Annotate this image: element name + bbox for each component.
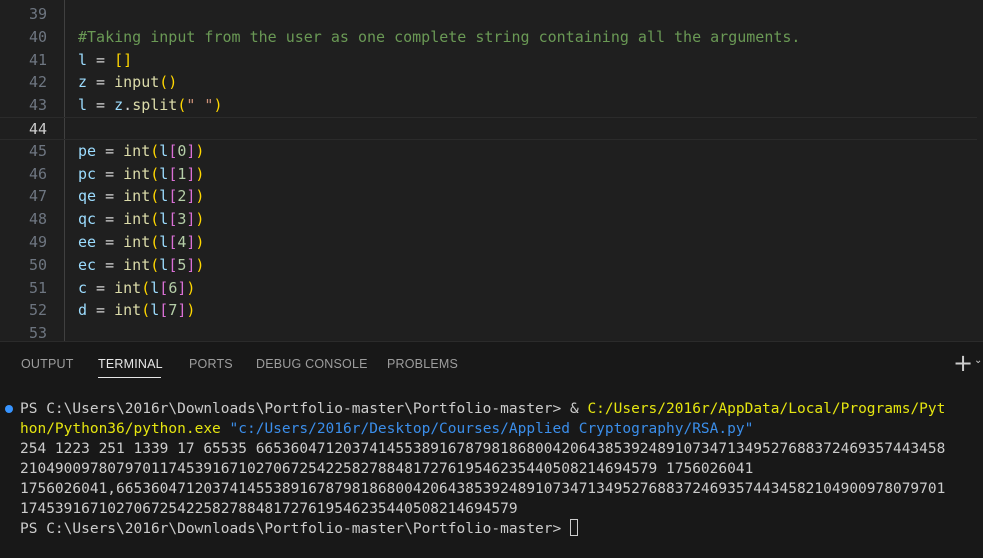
- line-number: 43: [28, 96, 47, 115]
- line-number: 48: [28, 210, 47, 229]
- code-line[interactable]: 43 l = z.split(" "): [0, 94, 983, 117]
- code-text: ee = int(l[4]): [78, 233, 205, 251]
- terminal-line: 1745391671027067254225827884817276195462…: [20, 501, 518, 517]
- code-text: qe = int(l[2]): [78, 187, 205, 206]
- code-line[interactable]: 41 l = []: [0, 49, 983, 72]
- line-number: 44: [28, 120, 47, 138]
- tab-output[interactable]: OUTPUT: [21, 357, 74, 371]
- tab-ports[interactable]: PORTS: [189, 357, 233, 371]
- code-line[interactable]: 46 pc = int(l[1]): [0, 163, 983, 186]
- line-number: 39: [28, 5, 47, 23]
- code-line[interactable]: 40 #Taking input from the user as one com…: [0, 26, 983, 49]
- line-number: 46: [28, 164, 47, 183]
- line-number: 53: [28, 324, 47, 341]
- line-number: 40: [28, 27, 47, 46]
- terminal-line: PS C:\Users\2016r\Downloads\Portfolio-ma…: [5, 399, 945, 419]
- code-line[interactable]: 49 ee = int(l[4]): [0, 231, 983, 254]
- code-text: #Taking input from the user as one compl…: [78, 27, 801, 46]
- line-number: 47: [28, 187, 47, 206]
- tab-debug-console[interactable]: DEBUG CONSOLE: [256, 357, 368, 371]
- terminal-line: 1756026041,66536047120374145538916787981…: [20, 481, 946, 497]
- line-number: 41: [28, 50, 47, 69]
- code-line[interactable]: 42 z = input(): [0, 71, 983, 94]
- code-text: z = input(): [78, 73, 178, 92]
- code-text: qc = int(l[3]): [78, 210, 205, 229]
- command-status-dot-icon: [5, 405, 13, 413]
- code-line[interactable]: 47 qe = int(l[2]): [0, 185, 983, 208]
- code-text: pe = int(l[0]): [78, 141, 205, 160]
- line-number: 50: [28, 255, 47, 274]
- code-editor[interactable]: 39 40 #Taking input from the user as one c…: [0, 0, 983, 341]
- tab-problems[interactable]: PROBLEMS: [387, 357, 458, 371]
- terminal-cursor: [569, 519, 578, 536]
- active-tab-indicator: [98, 377, 161, 378]
- line-number: 52: [28, 301, 47, 320]
- code-line[interactable]: 39: [0, 3, 983, 26]
- code-text: l = z.split(" "): [78, 96, 223, 115]
- code-text: c = int(l[6]): [78, 278, 196, 297]
- terminal-prompt-line[interactable]: PS C:\Users\2016r\Downloads\Portfolio-ma…: [20, 519, 578, 539]
- line-number: 42: [28, 73, 47, 92]
- line-number: 49: [28, 233, 47, 251]
- panel-tabs: OUTPUT TERMINAL PORTS DEBUG CONSOLE PROB…: [0, 342, 983, 386]
- code-text: l = []: [78, 50, 133, 69]
- code-text: pc = int(l[1]): [78, 164, 205, 183]
- code-line[interactable]: 45 pe = int(l[0]): [0, 140, 983, 163]
- code-line[interactable]: 53: [0, 322, 983, 341]
- code-line[interactable]: 48 qc = int(l[3]): [0, 208, 983, 231]
- code-line[interactable]: 51 c = int(l[6]): [0, 277, 983, 300]
- code-text: d = int(l[7]): [78, 301, 196, 320]
- terminal-line: 254 1223 251 1339 17 65535 6653604712037…: [20, 441, 946, 457]
- line-number: 45: [28, 141, 47, 160]
- code-line[interactable]: 50 ec = int(l[5]): [0, 254, 983, 277]
- terminal-line: hon/Python36/python.exe "c:/Users/2016r/…: [20, 421, 754, 437]
- bottom-panel: OUTPUT TERMINAL PORTS DEBUG CONSOLE PROB…: [0, 341, 983, 558]
- code-text: ec = int(l[5]): [78, 255, 205, 274]
- terminal-line: 2104900978079701174539167102706725422582…: [20, 461, 754, 477]
- line-number: 51: [28, 278, 47, 297]
- tab-terminal[interactable]: TERMINAL: [98, 357, 163, 371]
- plus-icon[interactable]: +: [953, 350, 973, 376]
- code-line[interactable]: 44: [0, 117, 977, 140]
- chevron-down-icon[interactable]: ⌄: [974, 355, 982, 366]
- code-line[interactable]: 52 d = int(l[7]): [0, 299, 983, 322]
